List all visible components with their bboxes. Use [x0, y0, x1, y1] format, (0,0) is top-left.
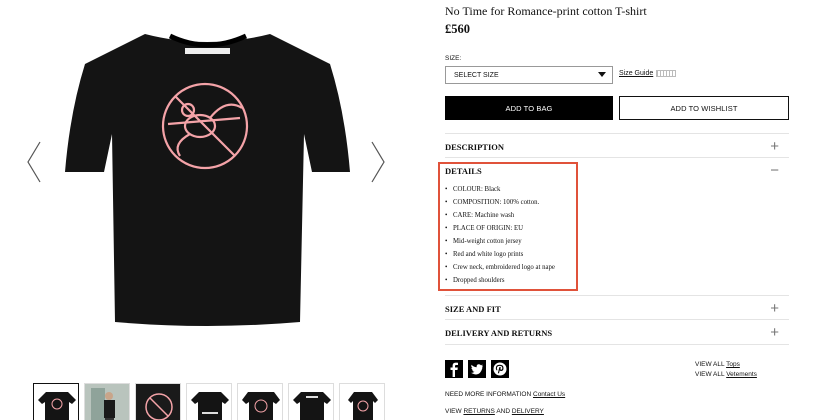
social-share: [445, 360, 509, 378]
thumbnail-model[interactable]: [84, 383, 130, 420]
thumbnail-folded[interactable]: [237, 383, 283, 420]
product-main-image[interactable]: [60, 22, 355, 332]
description-heading: DESCRIPTION: [445, 142, 505, 152]
next-image-arrow[interactable]: [366, 138, 390, 186]
accordion-description[interactable]: DESCRIPTION +: [445, 133, 789, 157]
product-price: £560: [445, 22, 470, 36]
accordion-delivery-and-returns[interactable]: DELIVERY AND RETURNS +: [445, 319, 789, 345]
thumbnail-print-detail[interactable]: [135, 383, 181, 420]
twitter-icon: [468, 360, 486, 378]
list-item: Dropped shoulders: [445, 274, 555, 287]
plus-icon: +: [770, 300, 779, 317]
plus-icon: +: [770, 138, 779, 155]
facebook-share-button[interactable]: [445, 360, 463, 378]
facebook-icon: [445, 360, 463, 378]
size-guide-link[interactable]: Size Guide: [619, 70, 677, 77]
contact-us-link[interactable]: Contact Us: [533, 391, 565, 398]
size-label: SIZE:: [445, 55, 462, 62]
delivery-heading: DELIVERY AND RETURNS: [445, 328, 553, 338]
returns-link[interactable]: RETURNS: [463, 408, 494, 415]
need-more-info: NEED MORE INFORMATION Contact Us: [445, 391, 565, 398]
thumbnail-front[interactable]: [33, 383, 79, 420]
add-to-bag-button[interactable]: ADD TO BAG: [445, 96, 613, 120]
list-item: Mid-weight cotton jersey: [445, 235, 555, 248]
ruler-icon: [656, 70, 677, 77]
view-all-prefix: VIEW ALL: [695, 361, 725, 368]
chevron-down-icon: [598, 72, 606, 77]
size-fit-heading: SIZE AND FIT: [445, 304, 501, 314]
view-all-vetements: VIEW ALL Vetements: [695, 371, 757, 378]
minus-icon: −: [770, 162, 779, 179]
thumbnail-strip: [33, 383, 385, 420]
pinterest-icon: [491, 360, 509, 378]
product-title: No Time for Romance-print cotton T-shirt: [445, 4, 647, 18]
accordion-size-and-fit[interactable]: SIZE AND FIT +: [445, 295, 789, 319]
view-label: VIEW: [445, 408, 462, 415]
thumbnail-back-logo[interactable]: [288, 383, 334, 420]
tops-link[interactable]: Tops: [726, 361, 740, 368]
view-all-tops: VIEW ALL Tops: [695, 361, 740, 368]
chevron-left-icon: [27, 141, 41, 183]
plus-icon: +: [770, 324, 779, 341]
pinterest-share-button[interactable]: [491, 360, 509, 378]
size-select[interactable]: SELECT SIZE: [445, 66, 613, 84]
list-item: Red and white logo prints: [445, 248, 555, 261]
need-more-label: NEED MORE INFORMATION: [445, 391, 532, 398]
thumbnail-back[interactable]: [186, 383, 232, 420]
list-item: Crew neck, embroidered logo at nape: [445, 261, 555, 274]
vetements-link[interactable]: Vetements: [726, 371, 757, 378]
size-select-value: SELECT SIZE: [454, 72, 499, 79]
thumbnail-side[interactable]: [339, 383, 385, 420]
delivery-link[interactable]: DELIVERY: [512, 408, 544, 415]
previous-image-arrow[interactable]: [22, 138, 46, 186]
list-item: PLACE OF ORIGIN: EU: [445, 222, 555, 235]
add-to-wishlist-button[interactable]: ADD TO WISHLIST: [619, 96, 789, 120]
size-guide-label: Size Guide: [619, 70, 654, 77]
and-label: AND: [496, 408, 511, 415]
details-list: COLOUR: Black COMPOSITION: 100% cotton. …: [445, 183, 555, 287]
details-heading: DETAILS: [445, 166, 482, 176]
list-item: COLOUR: Black: [445, 183, 555, 196]
view-all-prefix: VIEW ALL: [695, 371, 725, 378]
product-gallery: [0, 0, 410, 420]
list-item: COMPOSITION: 100% cotton.: [445, 196, 555, 209]
list-item: CARE: Machine wash: [445, 209, 555, 222]
chevron-right-icon: [371, 141, 385, 183]
returns-delivery-info: VIEW RETURNS AND DELIVERY: [445, 408, 544, 415]
twitter-share-button[interactable]: [468, 360, 486, 378]
